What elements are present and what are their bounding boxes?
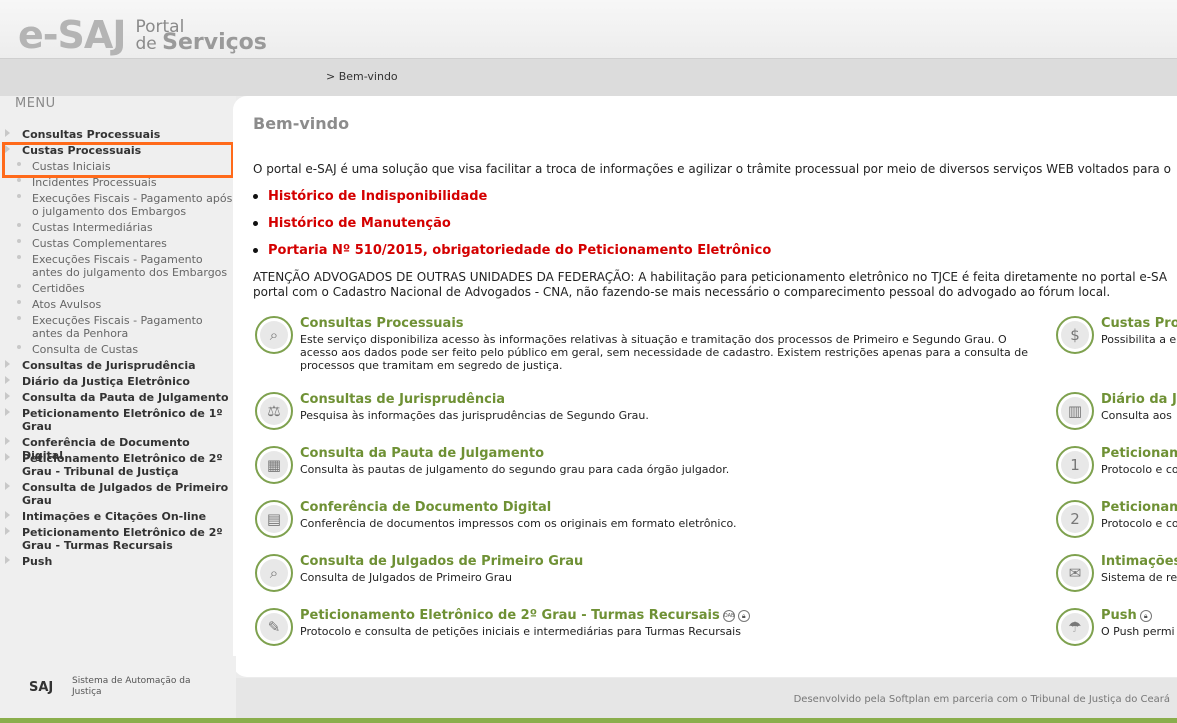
footer-left: SAJ Sistema de Automação da Justiça (0, 656, 236, 718)
triangle-icon (5, 437, 10, 445)
header: e-SAJ Portal de Serviços > Bem-vindo (0, 0, 1177, 96)
bullet-icon (17, 284, 21, 288)
esaj-logo[interactable]: e-SAJ Portal de Serviços (18, 10, 267, 60)
calendar-search-icon: ▦ (255, 446, 293, 484)
link-portaria[interactable]: Portaria Nº 510/2015, obrigatoriedade do… (253, 243, 771, 258)
sidebar-item-peticionamento-2-grau-tr[interactable]: Peticionamento Eletrônico de 2º Grau - T… (5, 526, 234, 552)
sidebar-subitem-execucoes-apos[interactable]: Execuções Fiscais - Pagamento após o jul… (17, 192, 234, 218)
triangle-icon (5, 527, 10, 535)
saj-text: Sistema de Automação da Justiça (72, 676, 191, 697)
triangle-icon (5, 129, 10, 137)
triangle-icon (5, 392, 10, 400)
footer-right: Desenvolvido pela Softplan em parceria c… (236, 678, 1177, 718)
oab-badge-icon: OAB (722, 609, 735, 622)
petition-icon: ✎ (255, 608, 293, 646)
sidebar-item-jurisprudencia[interactable]: Consultas de Jurisprudência (5, 359, 234, 372)
petition-1-icon: 1 (1056, 446, 1094, 484)
saj-logo: SAJ (29, 680, 54, 695)
bullet-icon (17, 239, 21, 243)
triangle-icon (5, 556, 10, 564)
notification-icon: ✉ (1056, 554, 1094, 592)
footer: SAJ Sistema de Automação da Justiça Dese… (0, 656, 1177, 723)
bullet-icon (17, 194, 21, 198)
attention-text: ATENÇÃO ADVOGADOS DE OUTRAS UNIDADES DA … (253, 270, 1168, 299)
sidebar-subitem-consulta-custas[interactable]: Consulta de Custas (17, 343, 234, 356)
sidebar-subitem-execucoes-penhora[interactable]: Execuções Fiscais - Pagamento antes da P… (17, 314, 234, 340)
bullet-icon (253, 221, 258, 226)
sidebar: MENU Consultas Processuais Custas Proces… (0, 96, 236, 656)
sidebar-item-pauta[interactable]: Consulta da Pauta de Julgamento (5, 391, 234, 404)
menu-title: MENU (15, 96, 56, 111)
credits-text: Desenvolvido pela Softplan em parceria c… (793, 694, 1170, 705)
main-content: Bem-vindo O portal e-SAJ é uma solução q… (233, 96, 1177, 677)
lock-icon: 🔒︎ (737, 609, 750, 622)
portal-text: Portal de Serviços (135, 16, 267, 55)
selection-highlight (2, 142, 234, 178)
sidebar-subitem-certidoes[interactable]: Certidões (17, 282, 234, 295)
lock-icon: 🔒︎ (1139, 609, 1152, 622)
bullet-icon (253, 194, 258, 199)
page-title: Bem-vindo (253, 114, 350, 133)
sidebar-item-intimacoes[interactable]: Intimações e Citações On-line (5, 510, 234, 523)
sidebar-subitem-atos-avulsos[interactable]: Atos Avulsos (17, 298, 234, 311)
book-icon: ▥ (1056, 392, 1094, 430)
sidebar-item-peticionamento-1-grau[interactable]: Peticionamento Eletrônico de 1º Grau (5, 407, 234, 433)
money-icon: $ (1056, 316, 1094, 354)
bullet-icon (17, 345, 21, 349)
gavel-search-icon: ⌕ (255, 554, 293, 592)
jurisprudence-search-icon: ⚖ (255, 392, 293, 430)
bullet-icon (17, 316, 21, 320)
breadcrumb: > Bem-vindo (326, 70, 398, 83)
sidebar-item-consultas-processuais[interactable]: Consultas Processuais (5, 128, 234, 141)
bullet-icon (253, 248, 258, 253)
triangle-icon (5, 376, 10, 384)
triangle-icon (5, 511, 10, 519)
sidebar-item-peticionamento-2-grau-tj[interactable]: Peticionamento Eletrônico de 2º Grau - T… (5, 452, 234, 478)
petition-2-icon: 2 (1056, 500, 1094, 538)
parachute-icon: ☂ (1056, 608, 1094, 646)
sidebar-subitem-complementares[interactable]: Custas Complementares (17, 237, 234, 250)
triangle-icon (5, 482, 10, 490)
intro-text: O portal e-SAJ é uma solução que visa fa… (253, 162, 1171, 176)
bullet-icon (17, 178, 21, 182)
logo-text: e-SAJ (18, 13, 126, 57)
sidebar-subitem-intermediarias[interactable]: Custas Intermediárias (17, 221, 234, 234)
sidebar-item-julgados[interactable]: Consulta de Julgados de Primeiro Grau (5, 481, 234, 507)
triangle-icon (5, 453, 10, 461)
bullet-icon (17, 223, 21, 227)
magnifier-icon: ⌕ (255, 316, 293, 354)
breadcrumb-bar: > Bem-vindo (0, 58, 1177, 96)
link-historico-indisponibilidade[interactable]: Histórico de Indisponibilidade (253, 189, 487, 204)
sidebar-item-diario[interactable]: Diário da Justiça Eletrônico (5, 375, 234, 388)
bullet-icon (17, 300, 21, 304)
sidebar-subitem-execucoes-antes[interactable]: Execuções Fiscais - Pagamento antes do j… (17, 253, 234, 279)
document-icon: ▤ (255, 500, 293, 538)
footer-bar (0, 718, 1177, 723)
link-historico-manutencao[interactable]: Histórico de Manutenção (253, 216, 451, 231)
bullet-icon (17, 255, 21, 259)
sidebar-item-push[interactable]: Push (5, 555, 234, 568)
triangle-icon (5, 360, 10, 368)
triangle-icon (5, 408, 10, 416)
